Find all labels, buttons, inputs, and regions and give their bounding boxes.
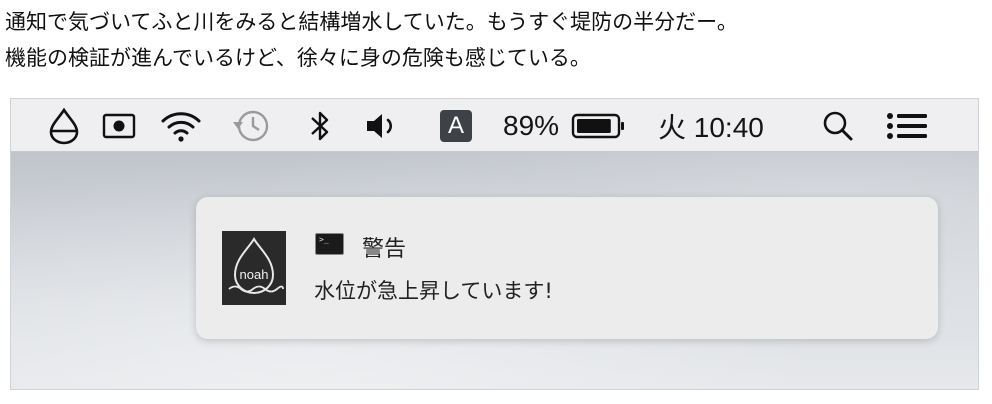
- notification-title: 警告: [362, 237, 407, 262]
- noah-app-icon-label: noah: [240, 267, 269, 282]
- notification-center-icon[interactable]: [885, 110, 931, 142]
- screenshot: A 89% 火 10:40 noah >_ 警告 水位が急上昇しています!: [10, 98, 979, 390]
- input-source-icon[interactable]: A: [440, 110, 472, 142]
- battery-fill: [577, 119, 611, 133]
- time-machine-icon[interactable]: [229, 107, 273, 145]
- bluetooth-icon[interactable]: [305, 107, 335, 145]
- drop-status-icon[interactable]: [45, 107, 83, 145]
- notification-body: 水位が急上昇しています!: [314, 279, 553, 303]
- wifi-icon[interactable]: [159, 107, 203, 145]
- article-text: 通知で気づいてふと川をみると結構増水していた。もうすぐ堤防の半分だー。 機能の検…: [5, 4, 985, 76]
- terminal-icon: >_: [315, 233, 344, 255]
- noah-app-icon: noah: [222, 231, 286, 305]
- input-source-label: A: [440, 110, 472, 142]
- article-line-2: 機能の検証が進んでいるけど、徐々に身の危険も感じている。: [5, 46, 591, 70]
- volume-icon[interactable]: [363, 109, 403, 143]
- menu-bar: A 89% 火 10:40: [11, 99, 978, 152]
- record-icon[interactable]: [101, 111, 137, 141]
- battery-percent: 89%: [503, 110, 560, 141]
- menu-clock[interactable]: 火 10:40: [658, 108, 764, 144]
- battery-icon[interactable]: [571, 111, 627, 141]
- notification-banner[interactable]: noah >_ 警告 水位が急上昇しています!: [196, 197, 938, 339]
- search-icon[interactable]: [819, 108, 857, 144]
- article-line-1: 通知で気づいてふと川をみると結構増水していた。もうすぐ堤防の半分だー。: [5, 10, 738, 34]
